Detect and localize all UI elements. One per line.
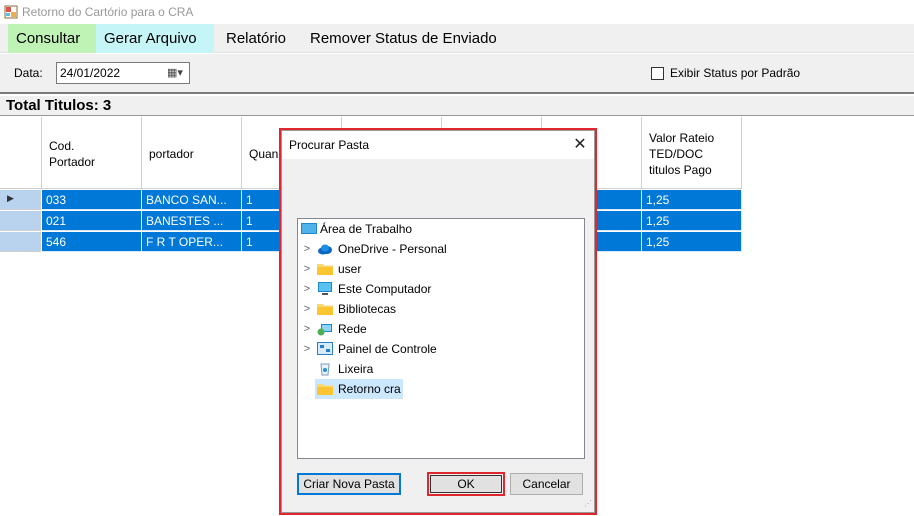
menu-consultar[interactable]: Consultar (8, 24, 96, 53)
menu-gerar-arquivo[interactable]: Gerar Arquivo (96, 24, 214, 53)
app-icon (4, 5, 18, 19)
menu-relatorio[interactable]: Relatório (218, 24, 294, 53)
table-cell[interactable]: F R T OPER... (142, 232, 242, 252)
table-cell[interactable]: 033 (42, 190, 142, 210)
date-picker[interactable]: 24/01/2022 ▦▾ (56, 62, 190, 84)
date-value: 24/01/2022 (60, 66, 121, 80)
status-checkbox[interactable] (651, 67, 664, 80)
row-header[interactable]: ▶ (0, 190, 41, 210)
current-row-arrow-icon: ▶ (7, 193, 14, 203)
window-title: Retorno do Cartório para o CRA (22, 5, 194, 19)
grid-corner-header (0, 117, 42, 189)
table-cell[interactable]: 546 (42, 232, 142, 252)
table-cell[interactable]: 021 (42, 211, 142, 231)
column-header-label: Valor Rateio TED/DOC titulos Pago (649, 131, 715, 177)
table-cell[interactable]: 1,25 (642, 211, 742, 231)
calendar-dropdown-icon[interactable]: ▦▾ (163, 65, 187, 81)
column-header-label: Quan (249, 147, 279, 161)
window-titlebar: Retorno do Cartório para o CRA (0, 0, 914, 24)
menu-bar: Consultar Gerar Arquivo Relatório Remove… (0, 24, 914, 53)
column-header-label: portador (149, 147, 194, 161)
status-checkbox-label[interactable]: Exibir Status por Padrão (670, 66, 800, 80)
table-cell[interactable]: BANCO SAN... (142, 190, 242, 210)
column-header-portador[interactable]: portador (142, 117, 242, 189)
column-header-label: Cod. Portador (49, 139, 96, 169)
row-header[interactable] (0, 211, 41, 231)
column-header-valor-rateio[interactable]: Valor Rateio TED/DOC titulos Pago (642, 117, 742, 189)
table-cell[interactable]: 1,25 (642, 190, 742, 210)
totals-bar: Total Titulos: 3 (0, 96, 914, 116)
table-cell[interactable]: 1,25 (642, 232, 742, 252)
column-header-cod-portador[interactable]: Cod. Portador (42, 117, 142, 189)
total-titulos: Total Titulos: 3 (6, 97, 112, 114)
row-header[interactable] (0, 232, 41, 252)
menu-remover-status[interactable]: Remover Status de Enviado (302, 24, 505, 53)
dialog-highlight-frame (279, 128, 597, 515)
table-cell[interactable]: BANESTES ... (142, 211, 242, 231)
date-label: Data: (14, 66, 43, 80)
